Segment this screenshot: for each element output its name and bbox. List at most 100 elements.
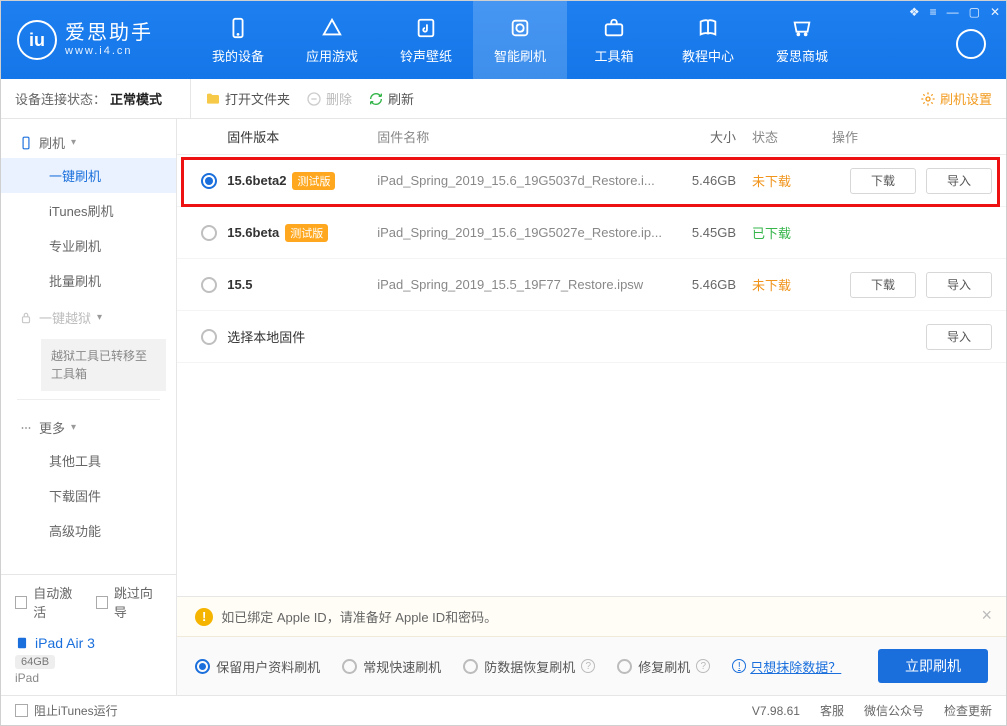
maximize-icon[interactable]: ▢: [969, 5, 980, 19]
help-icon[interactable]: ?: [581, 659, 595, 673]
opt-label: 防数据恢复刷机: [484, 657, 575, 676]
warning-text: 如已绑定 Apple ID，请准备好 Apple ID和密码。: [221, 607, 497, 626]
toolbar-label: 打开文件夹: [225, 89, 290, 108]
footer-bar: 阻止iTunes运行 V7.98.61 客服 微信公众号 检查更新: [1, 695, 1006, 725]
sidebar-item-batch[interactable]: 批量刷机: [1, 263, 176, 298]
erase-link[interactable]: !只想抹除数据？: [732, 657, 841, 676]
music-icon: [414, 16, 438, 40]
tab-store[interactable]: 爱思商城: [755, 1, 849, 79]
footer-support[interactable]: 客服: [820, 702, 844, 719]
tab-tutorials[interactable]: 教程中心: [661, 1, 755, 79]
delete-button[interactable]: 删除: [306, 89, 352, 108]
radio-select[interactable]: [201, 277, 217, 293]
downloads-button[interactable]: [956, 29, 986, 59]
device-icon: [226, 16, 250, 40]
import-button[interactable]: 导入: [926, 272, 992, 298]
skin-icon[interactable]: ❖: [909, 5, 920, 19]
tab-toolbox[interactable]: 工具箱: [567, 1, 661, 79]
warning-bar: ! 如已绑定 Apple ID，请准备好 Apple ID和密码。 ×: [177, 597, 1006, 637]
opt-keep-data[interactable]: 保留用户资料刷机: [195, 657, 320, 676]
checkbox-label: 跳过向导: [114, 583, 162, 621]
opt-label: 修复刷机: [638, 657, 690, 676]
group-title: 更多: [39, 418, 65, 437]
open-folder-button[interactable]: 打开文件夹: [205, 89, 290, 108]
flash-now-button[interactable]: 立即刷机: [878, 649, 988, 683]
status-value: 正常模式: [110, 89, 162, 108]
cell-filename: iPad_Spring_2019_15.6_19G5027e_Restore.i…: [377, 225, 672, 240]
close-icon[interactable]: ✕: [990, 5, 1000, 19]
close-warning-button[interactable]: ×: [981, 605, 992, 626]
checkbox-label: 阻止iTunes运行: [34, 702, 118, 719]
flash-settings-button[interactable]: 刷机设置: [920, 89, 992, 108]
chevron-down-icon: ▾: [97, 312, 102, 323]
opt-quick[interactable]: 常规快速刷机: [342, 657, 441, 676]
book-icon: [696, 16, 720, 40]
header-name: 固件名称: [377, 127, 672, 146]
sidebar-item-advanced[interactable]: 高级功能: [1, 513, 176, 548]
device-info: iPad Air 3 64GB iPad: [1, 629, 176, 695]
toolbar-row: 设备连接状态： 正常模式 打开文件夹 删除 刷新 刷机设置: [1, 79, 1006, 119]
tab-ringtones[interactable]: 铃声壁纸: [379, 1, 473, 79]
sidebar-item-download-fw[interactable]: 下载固件: [1, 478, 176, 513]
radio-select[interactable]: [201, 173, 217, 189]
block-itunes-checkbox[interactable]: 阻止iTunes运行: [15, 702, 118, 719]
sidebar-item-itunes[interactable]: iTunes刷机: [1, 193, 176, 228]
download-icon: [964, 37, 978, 51]
window-controls: ❖ ≡ — ▢ ✕: [909, 5, 1000, 19]
tab-label: 我的设备: [212, 46, 264, 65]
radio-select[interactable]: [201, 225, 217, 241]
sidebar-group-jailbreak[interactable]: 一键越狱 ▾: [1, 298, 176, 333]
sidebar-item-other[interactable]: 其他工具: [1, 443, 176, 478]
tab-label: 爱思商城: [776, 46, 828, 65]
folder-icon: [205, 91, 221, 107]
chevron-down-icon: ▾: [71, 422, 76, 433]
minimize-icon[interactable]: —: [947, 5, 959, 19]
footer-wechat[interactable]: 微信公众号: [864, 702, 924, 719]
lock-icon: [19, 311, 33, 325]
device-name[interactable]: iPad Air 3: [15, 635, 162, 651]
auto-activate-checkbox[interactable]: 自动激活: [15, 583, 82, 621]
brand-title: 爱思助手: [65, 21, 153, 45]
tab-label: 智能刷机: [494, 46, 546, 65]
skip-guide-checkbox[interactable]: 跳过向导: [96, 583, 163, 621]
import-local-button[interactable]: 导入: [926, 324, 992, 350]
table-row[interactable]: 15.6beta测试版iPad_Spring_2019_15.6_19G5027…: [177, 207, 1006, 259]
sidebar-group-flash[interactable]: 刷机 ▾: [1, 123, 176, 158]
header-size: 大小: [672, 127, 752, 146]
import-button[interactable]: 导入: [926, 168, 992, 194]
beta-badge: 测试版: [292, 172, 335, 190]
gear-icon: [920, 91, 936, 107]
menu-icon[interactable]: ≡: [930, 5, 937, 19]
table-row[interactable]: 15.5iPad_Spring_2019_15.5_19F77_Restore.…: [177, 259, 1006, 311]
cell-filename: iPad_Spring_2019_15.6_19G5037d_Restore.i…: [377, 173, 672, 188]
sidebar-group-more[interactable]: 更多 ▾: [1, 408, 176, 443]
beta-badge: 测试版: [285, 224, 328, 242]
refresh-button[interactable]: 刷新: [368, 89, 414, 108]
cart-icon: [790, 16, 814, 40]
footer-check-update[interactable]: 检查更新: [944, 702, 992, 719]
cell-version: 15.5: [227, 277, 377, 292]
flash-icon: [508, 16, 532, 40]
sidebar-item-oneclick[interactable]: 一键刷机: [1, 158, 176, 193]
toolbar-label: 刷机设置: [940, 89, 992, 108]
opt-repair[interactable]: 修复刷机?: [617, 657, 710, 676]
sidebar-item-pro[interactable]: 专业刷机: [1, 228, 176, 263]
table-row[interactable]: 15.6beta2测试版iPad_Spring_2019_15.6_19G503…: [177, 155, 1006, 207]
opt-anti-recovery[interactable]: 防数据恢复刷机?: [463, 657, 595, 676]
download-button[interactable]: 下载: [850, 272, 916, 298]
opt-label: 保留用户资料刷机: [216, 657, 320, 676]
divider: [17, 399, 160, 400]
toolbar: 打开文件夹 删除 刷新 刷机设置: [191, 79, 1006, 118]
toolbar-label: 刷新: [388, 89, 414, 108]
local-firmware-row: 选择本地固件 导入: [177, 311, 1006, 363]
brand-subtitle: www.i4.cn: [65, 45, 153, 58]
more-icon: [19, 421, 33, 435]
help-icon[interactable]: ?: [696, 659, 710, 673]
sidebar-bottom: 自动激活 跳过向导 iPad Air 3 64GB iPad: [1, 574, 176, 695]
tab-smart-flash[interactable]: 智能刷机: [473, 1, 567, 79]
radio-local[interactable]: [201, 329, 217, 345]
download-button[interactable]: 下载: [850, 168, 916, 194]
checkbox-label: 自动激活: [33, 583, 81, 621]
tab-my-device[interactable]: 我的设备: [191, 1, 285, 79]
tab-apps[interactable]: 应用游戏: [285, 1, 379, 79]
